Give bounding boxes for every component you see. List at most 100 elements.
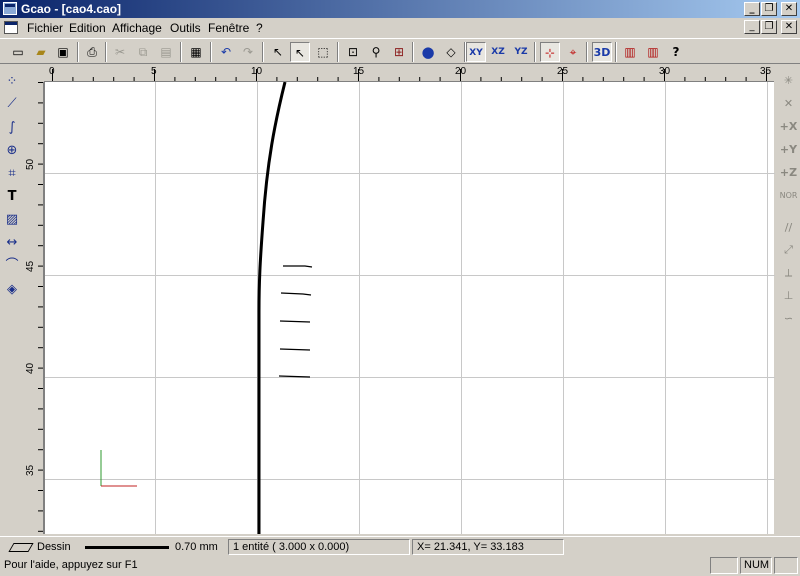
- projection-3d-icon[interactable]: ▥: [643, 42, 663, 62]
- status-pane-empty: [774, 557, 798, 574]
- copy-icon[interactable]: ⧉: [133, 42, 153, 62]
- menu-fichier[interactable]: Fichier: [27, 21, 63, 35]
- snap-grid-icon[interactable]: ⊹: [540, 42, 560, 62]
- restore-button[interactable]: ❐: [761, 2, 777, 16]
- axis-z-icon[interactable]: +Z: [778, 163, 799, 183]
- toolbar-separator: [210, 42, 212, 62]
- title-bar[interactable]: Gcao - [cao4.cao] _ ❐ ✕: [0, 0, 800, 18]
- fillet-tool-icon[interactable]: ⌒: [2, 256, 22, 276]
- text-tool-icon[interactable]: T: [2, 187, 22, 207]
- toolbar-separator: [412, 42, 414, 62]
- toolbar-separator: [77, 42, 79, 62]
- ruler-label: 10: [251, 66, 263, 77]
- app-icon[interactable]: [3, 2, 17, 15]
- new-document-icon[interactable]: ▭: [8, 42, 28, 62]
- zoom-dynamic-icon[interactable]: ⚲: [366, 42, 386, 62]
- drawing-area[interactable]: [45, 82, 775, 534]
- perpendicular-icon[interactable]: ⊥: [778, 286, 799, 306]
- ruler-label: 35: [760, 66, 772, 77]
- toolbar-separator: [534, 42, 536, 62]
- minimize-button[interactable]: _: [744, 2, 760, 16]
- doc-close-button[interactable]: ✕: [781, 20, 797, 34]
- horizontal-ruler: 0 5 10 15 20 25 30 35: [44, 65, 774, 82]
- cut-icon[interactable]: ✂: [110, 42, 130, 62]
- grid: [45, 82, 775, 534]
- polyline-tool-icon[interactable]: ⟋: [2, 94, 22, 114]
- main-toolbar: ▭ ▰ ▣ ⎙ ✂ ⧉ ▤ ▦ ↶ ↷ ↖ ↖ ⬚ ⊡ ⚲ ⊞ ● ◇ XY X…: [0, 38, 800, 64]
- help-pointer-icon[interactable]: ?: [666, 42, 686, 62]
- layer-selector[interactable]: Dessin: [6, 539, 76, 555]
- ruler-label: 0: [49, 66, 55, 77]
- ruler-label: 45: [26, 260, 36, 272]
- snap-point-icon[interactable]: ✳: [778, 71, 799, 91]
- line-width-sample: [85, 545, 169, 549]
- close-button[interactable]: ✕: [781, 2, 797, 16]
- cube-view-icon[interactable]: ◇: [441, 42, 461, 62]
- thick-curve[interactable]: [257, 82, 287, 534]
- snap-intersection-icon[interactable]: ✕: [778, 94, 799, 114]
- cursor-coordinates: X= 21.341, Y= 33.183: [412, 539, 564, 555]
- menu-fenetre[interactable]: Fenêtre: [208, 21, 249, 35]
- vertical-ruler: 50 45 40 35: [26, 82, 44, 534]
- snap-object-icon[interactable]: ⌖: [563, 42, 583, 62]
- plane-xz-icon[interactable]: XZ: [488, 42, 508, 62]
- hatch-marks[interactable]: [278, 265, 313, 378]
- doc-restore-button[interactable]: ❐: [761, 20, 777, 34]
- help-text: Pour l'aide, appuyez sur F1: [4, 559, 138, 571]
- drawing-canvas[interactable]: [44, 82, 775, 534]
- point-tool-icon[interactable]: ⁘: [2, 72, 22, 92]
- window-title: Gcao - [cao4.cao]: [21, 2, 122, 16]
- projection-icon[interactable]: ▥: [620, 42, 640, 62]
- print-icon[interactable]: ⎙: [82, 42, 102, 62]
- save-disk-icon[interactable]: ▣: [53, 42, 73, 62]
- document-window-icon[interactable]: [4, 21, 18, 34]
- ruler-label: 40: [26, 362, 36, 374]
- eraser-tool-icon[interactable]: ◈: [2, 280, 22, 300]
- menu-outils[interactable]: Outils: [170, 21, 201, 35]
- view-3d-icon[interactable]: 3D: [592, 42, 612, 62]
- properties-icon[interactable]: ▦: [186, 42, 206, 62]
- entity-info: 1 entité ( 3.000 x 0.000): [228, 539, 410, 555]
- hatch-tool-icon[interactable]: ▨: [2, 210, 22, 230]
- menu-help[interactable]: ?: [256, 21, 263, 35]
- ruler-label: 5: [151, 66, 157, 77]
- toolbar-separator: [180, 42, 182, 62]
- zoom-window-icon[interactable]: ⊡: [343, 42, 363, 62]
- curve-tool-icon[interactable]: ∫: [2, 118, 22, 138]
- render-sphere-icon[interactable]: ●: [418, 42, 438, 62]
- paste-icon[interactable]: ▤: [156, 42, 176, 62]
- doc-minimize-button[interactable]: _: [744, 20, 760, 34]
- tangent-icon[interactable]: ⤢: [778, 240, 799, 260]
- trim-tool-icon[interactable]: ⌗: [2, 164, 22, 184]
- toolbar-separator: [337, 42, 339, 62]
- layer-icon: [8, 542, 34, 552]
- axis-x-icon[interactable]: +X: [778, 117, 799, 137]
- undo-icon[interactable]: ↶: [216, 42, 236, 62]
- plane-xy-icon[interactable]: XY: [466, 42, 486, 62]
- zoom-all-icon[interactable]: ⊞: [389, 42, 409, 62]
- perpendicular-point-icon[interactable]: ⟂: [778, 263, 799, 283]
- ruler-label: 30: [659, 66, 671, 77]
- dimension-tool-icon[interactable]: ↔: [2, 233, 22, 253]
- point-select-icon[interactable]: ↖: [290, 42, 310, 62]
- axis-y-icon[interactable]: +Y: [778, 140, 799, 160]
- open-folder-icon[interactable]: ▰: [31, 42, 51, 62]
- line-width-selector[interactable]: 0.70 mm: [80, 539, 225, 555]
- menu-affichage[interactable]: Affichage: [112, 21, 162, 35]
- plane-yz-icon[interactable]: YZ: [511, 42, 531, 62]
- select-arrow-icon[interactable]: ↖: [268, 42, 288, 62]
- application-window: Gcao - [cao4.cao] _ ❐ ✕ Fichier Edition …: [0, 0, 800, 576]
- window-select-icon[interactable]: ⬚: [313, 42, 333, 62]
- ruler-label: 25: [557, 66, 569, 77]
- line-width-value: 0.70 mm: [175, 541, 218, 553]
- menu-edition[interactable]: Edition: [69, 21, 106, 35]
- ucs-axis-icon: [100, 450, 137, 487]
- parallel-icon[interactable]: //: [778, 218, 799, 238]
- curve-snap-icon[interactable]: ∽: [778, 309, 799, 329]
- toolbar-separator: [586, 42, 588, 62]
- num-lock-indicator: NUM: [740, 557, 772, 574]
- redo-icon[interactable]: ↷: [238, 42, 258, 62]
- circle-tool-icon[interactable]: ⊕: [2, 141, 22, 161]
- normal-icon[interactable]: NOR: [778, 186, 799, 206]
- ruler-label: 35: [26, 464, 36, 476]
